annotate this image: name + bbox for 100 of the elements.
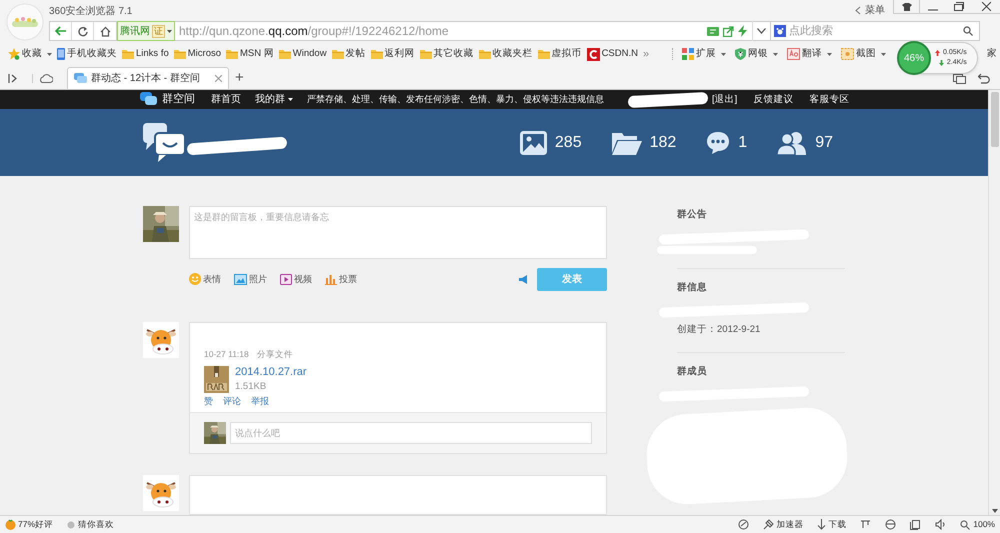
section-heading: 群成员 — [677, 364, 708, 378]
cow-avatar-icon[interactable] — [143, 475, 179, 511]
bookmark-item[interactable]: 收藏夹栏 — [478, 46, 533, 62]
lightning-icon[interactable] — [738, 25, 747, 37]
toolbar-button[interactable]: 网银 — [735, 46, 768, 62]
composer-tool-button[interactable]: 照片 — [234, 272, 267, 286]
post-time: 10-27 11:18 — [204, 348, 249, 360]
layout-icon[interactable] — [860, 519, 872, 530]
search-icon[interactable] — [963, 26, 973, 36]
chat-bubble-icon — [140, 92, 158, 108]
bookmark-item[interactable]: Links fo — [122, 46, 169, 62]
screenshot-icon — [841, 48, 854, 60]
stat-count[interactable]: 97 — [815, 130, 833, 155]
caret-icon — [288, 98, 293, 102]
star-icon — [8, 48, 20, 60]
megaphone-icon[interactable] — [519, 274, 528, 284]
toolbar-button[interactable]: 翻译 — [787, 46, 822, 62]
toolbar-button[interactable]: 截图 — [841, 46, 876, 62]
users-icon[interactable] — [777, 130, 808, 155]
csdn-logo-icon — [586, 48, 600, 60]
composer-tool-button[interactable]: 视频 — [280, 272, 312, 286]
share-icon[interactable] — [723, 26, 734, 36]
bar-chart-icon — [325, 274, 337, 285]
bookmark-item[interactable]: Window — [278, 46, 327, 62]
bookmark-item[interactable]: 其它收藏 — [420, 46, 474, 62]
accelerator-button[interactable]: 加速器 — [763, 518, 804, 531]
site-brand[interactable]: 群空间 — [162, 91, 195, 108]
bookmark-item[interactable]: 发帖 — [332, 46, 366, 62]
nav-link[interactable]: 反馈建议 — [753, 92, 794, 107]
site-identity-button[interactable]: 腾讯网 证 — [117, 21, 175, 41]
caret-icon[interactable] — [773, 52, 778, 56]
smiley-icon — [189, 273, 201, 286]
menu-button[interactable]: 菜单 — [865, 2, 885, 18]
folder-icon — [122, 49, 134, 59]
folder-icon — [478, 49, 491, 59]
scrollbar-thumb[interactable] — [990, 92, 998, 147]
post-action-link[interactable]: 评论 — [223, 394, 241, 408]
nav-link[interactable]: 客服专区 — [809, 92, 850, 107]
toolbar-button[interactable]: 家 — [987, 46, 997, 62]
bookmark-item[interactable]: Microso — [174, 46, 222, 62]
post-action-link[interactable]: 举报 — [251, 394, 269, 408]
file-link[interactable]: 2014.10.27.rar — [235, 364, 307, 380]
windows-icon[interactable] — [953, 72, 966, 84]
bookmark-item[interactable]: MSN 网 — [226, 46, 274, 62]
archive-file-icon[interactable] — [204, 366, 229, 392]
window-title: 360安全浏览器 7.1 — [49, 4, 132, 18]
bookmark-item[interactable]: 返利网 — [370, 46, 415, 62]
caret-icon — [167, 30, 172, 32]
dot-icon — [67, 520, 76, 528]
composer-tool-button[interactable]: 表情 — [189, 272, 221, 286]
caret-icon[interactable] — [47, 52, 52, 56]
nav-link[interactable]: [退出] — [712, 92, 738, 107]
download-button[interactable]: 下载 — [817, 518, 846, 531]
section-heading: 群公告 — [677, 208, 708, 222]
bookmark-item[interactable]: 虚拟币 — [538, 46, 582, 62]
composer-tool-button[interactable]: 投票 — [325, 272, 357, 286]
shield-icon — [735, 48, 746, 60]
scroll-down-icon[interactable] — [992, 509, 998, 513]
toolbar-button[interactable]: 扩展 — [682, 46, 716, 62]
file-size: 1.51KB — [235, 380, 268, 394]
rating-button[interactable]: 77%好评 — [5, 518, 54, 531]
paw-icon — [774, 25, 786, 37]
zoom-button[interactable]: 100% — [960, 518, 995, 531]
zoom-icon — [960, 520, 970, 530]
chat-bubble-icon — [74, 73, 87, 84]
nav-link[interactable]: 我的群 — [255, 92, 293, 108]
nav-link[interactable]: 群首页 — [211, 92, 241, 108]
browser-tab[interactable]: 群动态 - 12计本 - 群空间 — [67, 67, 229, 89]
folder-icon — [370, 49, 383, 59]
info-text: 创建于：2012-9-21 — [677, 323, 762, 338]
image-icon[interactable] — [520, 130, 547, 155]
stat-count[interactable]: 182 — [650, 130, 676, 155]
chat-bubble-icon[interactable] — [706, 130, 730, 155]
caret-icon[interactable] — [721, 52, 726, 56]
stat-count[interactable]: 1 — [738, 130, 748, 155]
up-arrow-icon — [935, 50, 940, 56]
caret-icon[interactable] — [881, 52, 886, 56]
post-action-link[interactable]: 赞 — [204, 394, 213, 408]
reader-icon[interactable] — [707, 26, 719, 36]
speaker-icon[interactable] — [935, 519, 946, 530]
window-icon[interactable] — [910, 519, 922, 530]
caret-icon[interactable] — [827, 52, 832, 56]
bookmark-item[interactable]: 收藏 — [8, 46, 42, 62]
grid-icon — [682, 48, 694, 60]
bookmark-item[interactable]: CSDN.N — [586, 46, 638, 62]
image-icon — [234, 274, 247, 285]
play-icon — [280, 274, 292, 285]
stat-count[interactable]: 285 — [554, 130, 582, 155]
recommend-button[interactable]: 猜你喜欢 — [67, 518, 114, 531]
cow-avatar-icon[interactable] — [143, 322, 179, 358]
undo-icon[interactable] — [978, 73, 990, 84]
fruit-icon — [5, 519, 16, 530]
cloud-icon[interactable] — [32, 74, 53, 83]
new-tab-button[interactable]: + — [235, 68, 244, 88]
gauge-icon[interactable] — [738, 519, 750, 530]
folder-icon[interactable] — [612, 130, 642, 155]
certificate-badge: 证 — [152, 24, 165, 38]
bookmark-item[interactable]: 手机收藏夹 — [57, 46, 117, 62]
down-arrow-icon — [938, 60, 944, 66]
sidebar-toggle-icon[interactable] — [8, 74, 18, 83]
